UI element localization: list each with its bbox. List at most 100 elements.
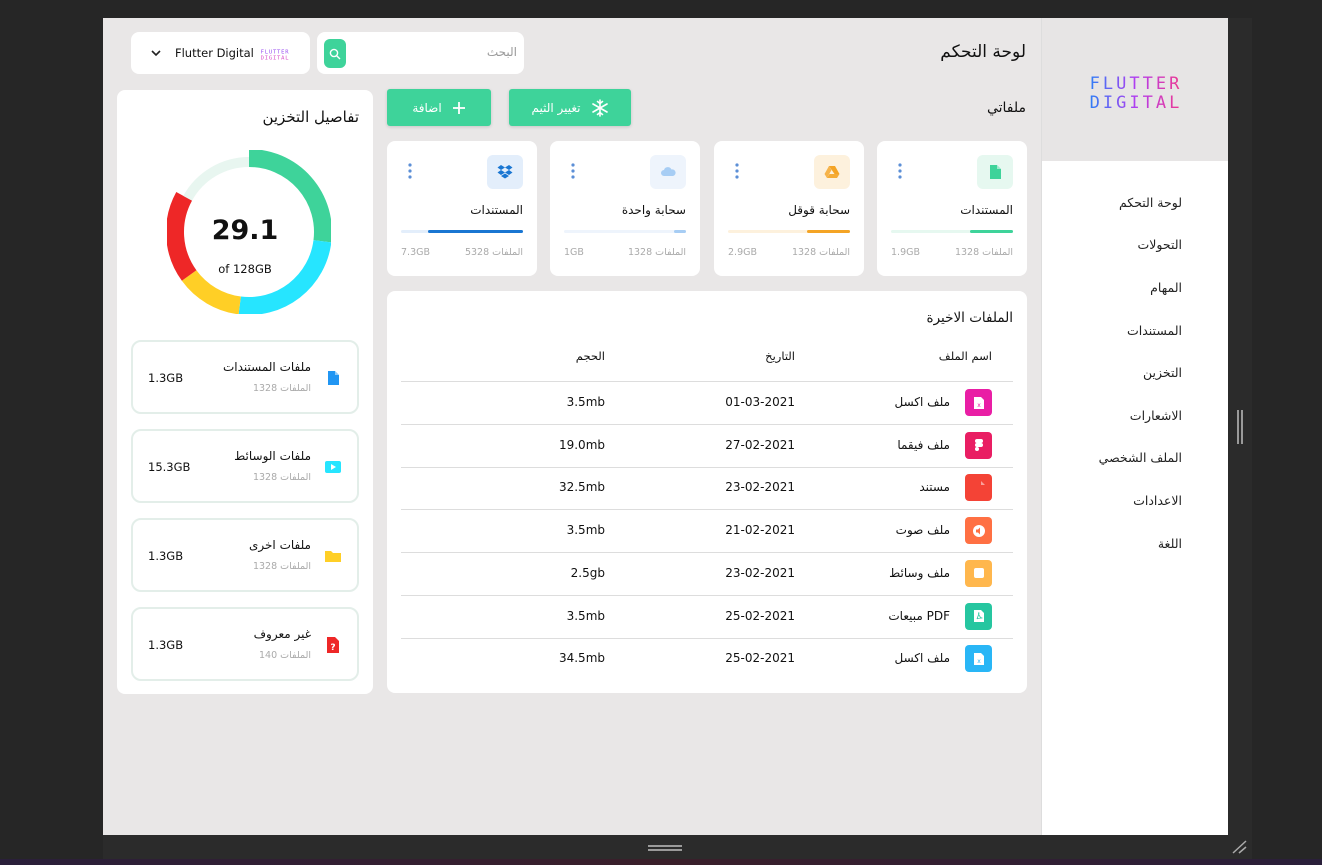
card-title: سحابة قوقل — [788, 203, 850, 217]
sidebar-item-notifications[interactable]: الاشعارات — [1099, 394, 1182, 437]
storage-item[interactable]: ملفات اخرى 1328 الملفات 1.3GB — [131, 518, 359, 592]
card-title: المستندات — [470, 203, 523, 217]
more-options-icon[interactable] — [898, 163, 902, 179]
storage-item-count: 1328 الملفات — [252, 561, 311, 572]
search-box[interactable]: البحث — [317, 32, 524, 74]
sidebar-item-dashboard[interactable]: لوحة التحكم — [1099, 181, 1182, 224]
document-icon — [990, 165, 1001, 179]
storage-item[interactable]: ملفات المستندات 1328 الملفات 1.3GB — [131, 340, 359, 414]
card-size: 7.3GB — [401, 247, 430, 258]
resize-corner-icon[interactable] — [1230, 840, 1248, 854]
card-size: 1GB — [564, 247, 584, 258]
logo: FLUTTER DIGITAL — [1090, 74, 1183, 113]
storage-item-icon — [323, 546, 343, 566]
add-button[interactable]: اضافة — [387, 89, 491, 126]
sidebar-item-storage[interactable]: التخزين — [1099, 351, 1182, 394]
sidebar-item-documents[interactable]: المستندات — [1099, 309, 1182, 352]
file-type-icon-box: x — [965, 389, 992, 416]
file-type-icon-box — [965, 602, 992, 630]
card-file-count: 1328 الملفات — [627, 247, 686, 258]
file-name: مستند — [919, 480, 950, 495]
storage-item-size: 15.3GB — [148, 460, 191, 474]
table-row[interactable]: x ملف اكسل 01-03-2021 3.5mb — [401, 382, 1013, 425]
storage-card[interactable]: المستندات 5328 الملفات 7.3GB — [387, 141, 537, 276]
logo-area: FLUTTER DIGITAL — [1042, 18, 1229, 161]
recent-files-title: الملفات الاخيرة — [926, 310, 1013, 326]
storage-item-size: 1.3GB — [148, 371, 184, 385]
dropbox-icon — [497, 165, 513, 179]
table-row[interactable]: مبيعات PDF 25-02-2021 3.5mb — [401, 596, 1013, 639]
storage-item-size: 1.3GB — [148, 549, 184, 563]
sidebar-item-language[interactable]: اللغة — [1099, 522, 1182, 565]
file-date: 21-02-2021 — [725, 523, 795, 538]
storage-item-title: ملفات المستندات — [222, 360, 311, 374]
search-input[interactable]: البحث — [487, 45, 517, 59]
card-progress-fill — [807, 230, 850, 233]
more-options-icon[interactable] — [571, 163, 575, 179]
svg-text:x: x — [977, 658, 981, 665]
sidebar-item-settings[interactable]: الاعدادات — [1099, 479, 1182, 522]
folder-icon — [325, 551, 341, 562]
my-files-title: ملفاتي — [986, 100, 1026, 116]
storage-item[interactable]: ملفات الوسائط 1328 الملفات 15.3GB — [131, 429, 359, 503]
table-row[interactable]: ملف وسائط 23-02-2021 2.5gb — [401, 553, 1013, 596]
storage-item-title: ملفات اخرى — [248, 538, 311, 552]
sidebar-item-profile[interactable]: الملف الشخصي — [1099, 437, 1182, 480]
svg-text:?: ? — [330, 643, 335, 653]
video-icon — [325, 461, 341, 473]
column-header-size: الحجم — [575, 349, 605, 363]
vertical-resize-handle[interactable] — [1237, 410, 1243, 444]
file-size: 2.5gb — [570, 565, 605, 580]
file-type-icon-box — [965, 474, 992, 502]
storage-total-label: of 128GB — [218, 262, 272, 276]
table-row[interactable]: ملف فيقما 27-02-2021 19.0mb — [401, 425, 1013, 468]
plus-icon — [452, 101, 465, 114]
card-file-count: 1328 الملفات — [791, 247, 850, 258]
card-size: 1.9GB — [891, 247, 920, 258]
file-name: ملف اكسل — [894, 395, 950, 409]
file-type-icon-box — [965, 517, 992, 545]
card-title: سحابة واحدة — [621, 203, 686, 217]
more-options-icon[interactable] — [735, 163, 739, 179]
change-theme-label: تغيير الثيم — [531, 100, 581, 115]
sidebar-item-tasks[interactable]: المهام — [1099, 266, 1182, 309]
storage-item-icon — [323, 368, 343, 388]
change-theme-button[interactable]: تغيير الثيم — [509, 89, 631, 126]
svg-text:x: x — [977, 402, 981, 409]
column-header-date: التاريخ — [765, 349, 795, 363]
file-type-icon-box — [965, 431, 992, 459]
more-options-icon[interactable] — [408, 163, 412, 179]
file-date: 27-02-2021 — [725, 437, 795, 452]
sidebar-item-transactions[interactable]: التحولات — [1099, 224, 1182, 267]
search-icon — [329, 48, 341, 59]
card-progress-bar — [728, 230, 850, 233]
table-row[interactable]: ملف صوت 21-02-2021 3.5mb — [401, 510, 1013, 554]
storage-item-icon: ? — [323, 635, 343, 655]
table-row[interactable]: x ملف اكسل 25-02-2021 34.5mb — [401, 638, 1013, 681]
search-button[interactable] — [324, 39, 346, 68]
svg-text:DIGITAL: DIGITAL — [1090, 93, 1183, 113]
card-progress-bar — [401, 230, 523, 233]
file-size: 34.5mb — [558, 651, 605, 666]
recent-files-panel: الملفات الاخيرة اسم الملف التاريخ الحجم … — [387, 291, 1027, 693]
storage-card[interactable]: المستندات 1328 الملفات 1.9GB — [877, 141, 1027, 276]
card-size: 2.9GB — [728, 247, 757, 258]
file-size: 3.5mb — [566, 395, 605, 409]
column-header-name: اسم الملف — [938, 349, 992, 363]
file-type-icon-box: x — [965, 645, 992, 673]
sidebar: FLUTTER DIGITAL لوحة التحكم التحولات الم… — [1041, 18, 1229, 835]
media-icon — [973, 568, 984, 579]
horizontal-resize-handle[interactable] — [648, 845, 682, 851]
card-icon-box — [650, 155, 686, 189]
pdf-icon — [973, 610, 984, 622]
storage-item[interactable]: ? غير معروف 140 الملفات 1.3GB — [131, 607, 359, 681]
storage-item-count: 1328 الملفات — [252, 383, 311, 394]
storage-card[interactable]: سحابة قوقل 1328 الملفات 2.9GB — [714, 141, 864, 276]
card-icon-box — [487, 155, 523, 189]
add-label: اضافة — [412, 100, 442, 115]
table-row[interactable]: مستند 23-02-2021 32.5mb — [401, 467, 1013, 511]
profile-dropdown[interactable]: Flutter Digital FLUTTER DIGITAL — [131, 32, 310, 74]
figma-icon — [974, 439, 983, 452]
file-size: 3.5mb — [566, 523, 605, 538]
storage-card[interactable]: سحابة واحدة 1328 الملفات 1GB — [550, 141, 700, 276]
